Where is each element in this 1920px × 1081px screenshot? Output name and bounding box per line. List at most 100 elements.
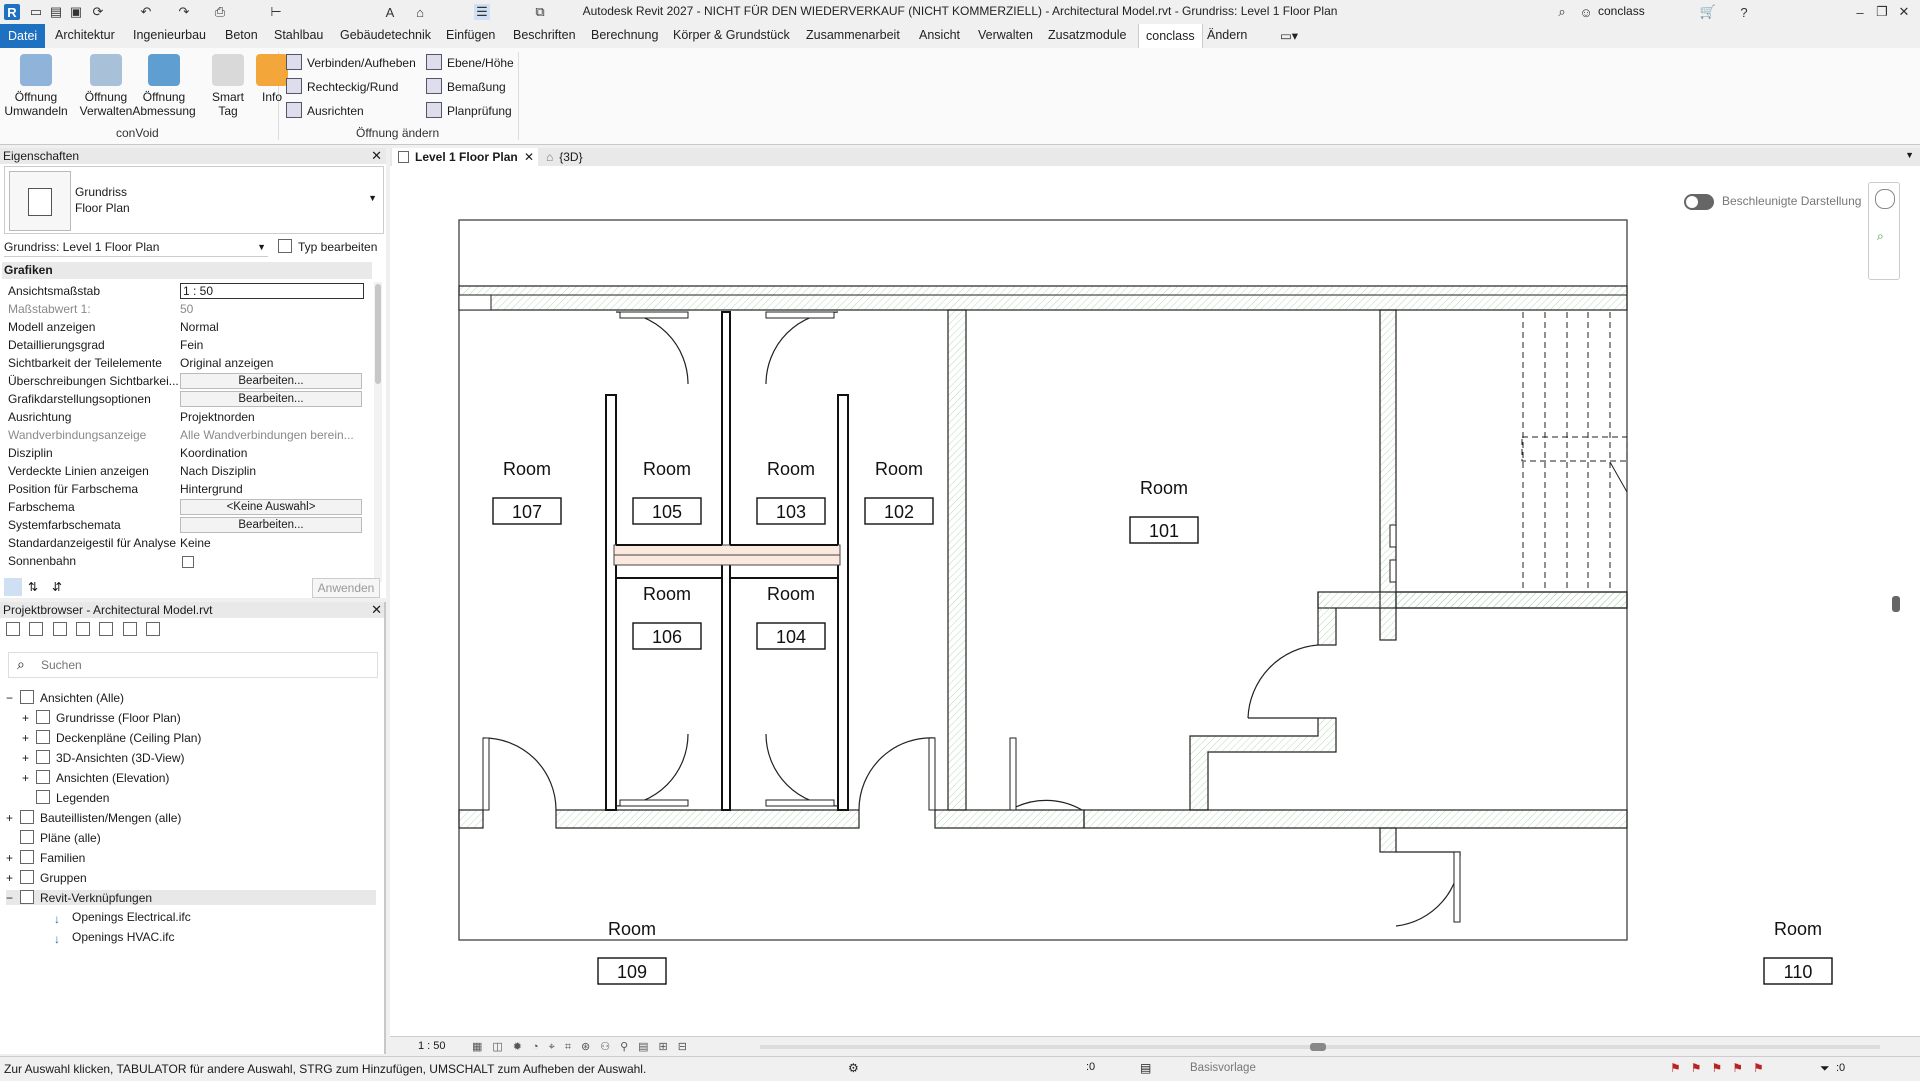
opening-manage-button[interactable]: Öffnung Verwalten — [74, 54, 138, 118]
room-tag-104[interactable]: Room 104 — [756, 584, 826, 650]
tool-verbinden-aufheben[interactable]: Verbinden/Aufheben — [286, 54, 416, 70]
tree-item[interactable]: +3D-Ansichten (3D-View) — [22, 750, 185, 765]
vertical-scrollbar-thumb[interactable] — [1892, 596, 1900, 612]
links-icon[interactable] — [146, 622, 161, 636]
revit-logo[interactable]: R — [4, 4, 20, 20]
property-row[interactable]: Farbschema <Keine Auswahl> — [8, 498, 362, 516]
steering-wheel-icon[interactable] — [1875, 189, 1895, 209]
property-edit-button[interactable]: Bearbeiten... — [180, 391, 362, 407]
property-row[interactable]: Sichtbarkeit der Teilelemente Original an… — [8, 354, 358, 372]
room-tag-105[interactable]: Room 105 — [632, 459, 702, 525]
cart-icon[interactable]: 🛒 — [1700, 4, 1716, 20]
tree-item[interactable]: Pläne (alle) — [6, 830, 101, 845]
sort-desc-icon[interactable]: ⇵ — [52, 580, 62, 594]
property-row[interactable]: Position für Farbschema Hintergrund — [8, 480, 358, 498]
property-row[interactable]: Modell anzeigen Normal — [8, 318, 358, 336]
tool-rechteckig-rund[interactable]: Rechteckig/Rund — [286, 78, 398, 94]
room-tag-109[interactable]: Room 109 — [597, 919, 667, 985]
switch-windows-icon[interactable]: ⧉ — [532, 4, 548, 20]
menu-tab-zusatzmodule[interactable]: Zusatzmodule — [1048, 28, 1127, 42]
expand-toggle-icon[interactable]: + — [6, 851, 20, 865]
property-row[interactable]: Grafikdarstellungsoptionen Bearbeiten... — [8, 390, 362, 408]
tab-3d[interactable]: ⌂ {3D} — [546, 148, 583, 166]
sun-path-checkbox[interactable] — [182, 556, 194, 568]
views-icon[interactable] — [29, 622, 44, 636]
apply-button[interactable]: Anwenden — [312, 578, 380, 598]
properties-scrollbar[interactable] — [374, 282, 382, 582]
tree-item[interactable]: − Ansichten (Alle) — [6, 690, 124, 705]
menu-tab-gebäudetechnik[interactable]: Gebäudetechnik — [340, 28, 431, 42]
close-icon[interactable]: ✕ — [371, 602, 382, 618]
tool-ausrichten[interactable]: Ausrichten — [286, 102, 364, 118]
save-icon[interactable]: ▣ — [68, 4, 84, 20]
tool-bema-ung[interactable]: Bemaßung — [426, 78, 506, 94]
workset-count[interactable]: :0 — [1086, 1061, 1095, 1073]
property-row[interactable]: Wandverbindungsanzeige Alle Wandverbindun… — [8, 426, 358, 444]
scale-input[interactable]: 1 : 50 — [180, 283, 364, 299]
user-name[interactable]: conclass — [1598, 4, 1645, 18]
close-icon[interactable]: ✕ — [371, 148, 382, 164]
tree-item[interactable]: + Ansichten (Elevation) — [22, 770, 169, 785]
tab-level-1-floor-plan[interactable]: Level 1 Floor Plan ✕ — [392, 148, 538, 166]
accelerated-display-toggle[interactable] — [1684, 194, 1714, 210]
tree-item[interactable]: − Revit-Verknüpfungen — [6, 890, 376, 905]
tool-ebene-höhe[interactable]: Ebene/Höhe — [426, 54, 514, 70]
close-icon[interactable]: ✕ — [524, 148, 534, 166]
open-icon[interactable]: ▭ — [28, 4, 44, 20]
home-icon[interactable]: ⌂ — [412, 4, 428, 20]
property-row[interactable]: Systemfarbschemata Bearbeiten... — [8, 516, 362, 534]
opening-dimension-button[interactable]: Öffnung Abmessung — [132, 54, 196, 118]
menu-tab-ansicht[interactable]: Ansicht — [919, 28, 960, 42]
property-row[interactable]: Überschreibungen Sichtbarkei... Bearbeite… — [8, 372, 362, 390]
property-row[interactable]: Verdeckte Linien anzeigen Nach Disziplin — [8, 462, 358, 480]
menu-tab-ingenieurbau[interactable]: Ingenieurbau — [133, 28, 206, 42]
section-graphics[interactable]: Grafiken — [2, 262, 372, 279]
categorized-icon[interactable] — [4, 578, 22, 596]
expand-toggle-icon[interactable]: + — [22, 771, 36, 785]
schedule-icon[interactable] — [76, 622, 91, 636]
view-control-icons[interactable]: ▦◫✹◔⌖⌗⊛⚇⚲▤⊞⊟ — [472, 1040, 697, 1054]
menu-tab-einfügen[interactable]: Einfügen — [446, 28, 495, 42]
room-tag-103[interactable]: Room 103 — [756, 459, 826, 525]
design-option-template[interactable]: Basisvorlage — [1190, 1062, 1256, 1074]
tree-item[interactable]: ↓ Openings Electrical.ifc — [40, 910, 191, 926]
filter-icon[interactable]: ⏷ — [1820, 1061, 1830, 1076]
filter-count[interactable]: :0 — [1836, 1062, 1845, 1074]
room-tag-102[interactable]: Room 102 — [864, 459, 934, 525]
measure-icon[interactable]: ⊢ — [268, 4, 284, 20]
tree-item[interactable]: + Grundrisse (Floor Plan) — [22, 710, 181, 725]
room-tag-101[interactable]: Room 101 — [1129, 478, 1199, 544]
menu-tab-stahlbau[interactable]: Stahlbau — [274, 28, 323, 42]
room-tag-107[interactable]: Room 107 — [492, 459, 562, 525]
redo-icon[interactable]: ↷ — [176, 4, 192, 20]
drawing-canvas[interactable]: Room 107 Room 105 Room 103 Room 102 Room 101 Room 1… — [390, 166, 1902, 1036]
open-folder-icon[interactable]: ▤ — [48, 4, 64, 20]
menu-tab-körper-grundstück[interactable]: Körper & Grundstück — [673, 28, 790, 42]
expand-toggle-icon[interactable]: + — [6, 871, 20, 885]
families-icon[interactable] — [99, 622, 114, 636]
expand-toggle-icon[interactable]: − — [6, 891, 20, 905]
menu-tab-beschriften[interactable]: Beschriften — [513, 28, 576, 42]
property-row[interactable]: Disziplin Koordination — [8, 444, 358, 462]
tab-overflow-icon[interactable]: ▼ — [1905, 150, 1914, 160]
groups-icon[interactable] — [122, 622, 137, 636]
panel-toggle-icon[interactable]: ▭▾ — [1280, 28, 1298, 43]
maximize-icon[interactable]: ❐ — [1874, 4, 1890, 20]
menu-tab-zusammenarbeit[interactable]: Zusammenarbeit — [806, 28, 900, 42]
expand-toggle-icon[interactable]: + — [6, 811, 20, 825]
type-selector[interactable]: Grundriss Floor Plan ▼ — [4, 166, 384, 234]
view-instance-selector[interactable]: Grundriss: Level 1 Floor Plan ▼ — [4, 238, 268, 257]
worksharing-icon[interactable]: ⚙ — [848, 1061, 859, 1075]
property-row[interactable]: Standardanzeigestil für Analyse Keine — [8, 534, 358, 552]
thin-lines-icon[interactable]: ☰ — [474, 4, 490, 20]
menu-tab-ändern[interactable]: Ändern — [1207, 28, 1247, 42]
expand-toggle-icon[interactable]: + — [22, 731, 36, 745]
selection-toggle-icons[interactable]: ⚑⚑⚑⚑⚑ — [1670, 1061, 1774, 1075]
tree-item[interactable]: + Deckenpläne (Ceiling Plan) — [22, 730, 201, 745]
menu-tab-architektur[interactable]: Architektur — [55, 28, 115, 42]
opening-convert-button[interactable]: Öffnung Umwandeln — [4, 54, 68, 118]
expand-toggle-icon[interactable]: − — [6, 691, 20, 705]
text-icon[interactable]: A — [382, 4, 398, 20]
menu-tab-conclass[interactable]: conclass — [1138, 24, 1203, 48]
minimize-icon[interactable]: – — [1852, 4, 1868, 20]
